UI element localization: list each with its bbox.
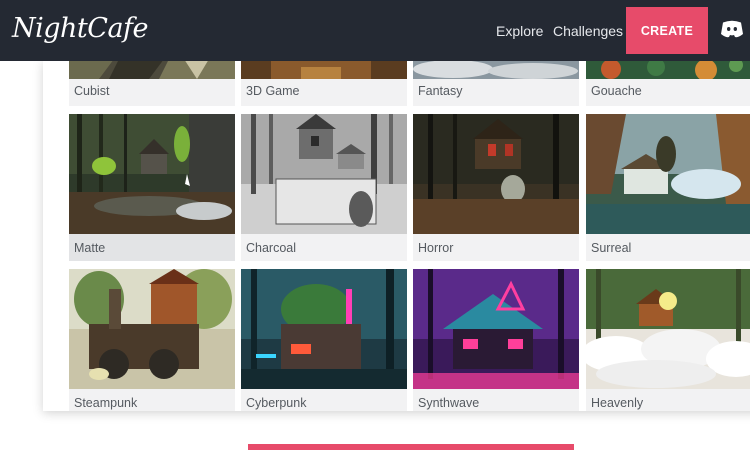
style-thumbnail [413, 269, 579, 389]
style-label: Gouache [591, 84, 642, 98]
page: NightCafe Explore Challenges CREATE Cubi… [0, 0, 750, 450]
style-label: Synthwave [418, 396, 480, 410]
nightcafe-logo[interactable]: NightCafe [12, 13, 149, 44]
style-thumbnail [69, 269, 235, 389]
style-label: Cubist [74, 84, 110, 98]
style-tile-synthwave[interactable]: Synthwave [413, 269, 579, 411]
create-button[interactable]: CREATE [626, 7, 708, 54]
style-thumbnail [586, 114, 750, 234]
nav-explore-link[interactable]: Explore [496, 23, 543, 39]
style-tile-gouache[interactable]: Gouache [586, 61, 750, 106]
style-thumbnail [241, 269, 407, 389]
style-tile-cubist[interactable]: Cubist [69, 61, 235, 106]
style-tile-heavenly[interactable]: Heavenly [586, 269, 750, 411]
style-thumbnail [586, 61, 750, 79]
style-thumbnail [241, 61, 407, 79]
style-label: Matte [74, 241, 106, 255]
style-label: Charcoal [246, 241, 297, 255]
style-tile-horror[interactable]: Horror [413, 114, 579, 261]
style-label: Cyberpunk [246, 396, 307, 410]
style-tile-matte[interactable]: Matte [69, 114, 235, 261]
nav-challenges-link[interactable]: Challenges [553, 23, 623, 39]
style-label: Heavenly [591, 396, 644, 410]
top-navbar: NightCafe Explore Challenges CREATE [0, 0, 750, 61]
style-tile-steampunk[interactable]: Steampunk [69, 269, 235, 411]
style-tile-cyberpunk[interactable]: Cyberpunk [241, 269, 407, 411]
style-label: Surreal [591, 241, 632, 255]
style-tile-3d-game[interactable]: 3D Game [241, 61, 407, 106]
style-thumbnail [241, 114, 407, 234]
style-thumbnail [69, 114, 235, 234]
style-thumbnail [413, 114, 579, 234]
discord-icon[interactable] [720, 17, 744, 41]
bottom-accent-bar[interactable] [248, 444, 574, 450]
style-thumbnail [586, 269, 750, 389]
style-tile-fantasy[interactable]: Fantasy [413, 61, 579, 106]
style-label: Fantasy [418, 84, 463, 98]
style-thumbnail [69, 61, 235, 79]
art-style-panel: Cubist 3D Game Fantasy Gouache Matte Cha… [43, 61, 750, 411]
style-thumbnail [413, 61, 579, 79]
style-label: 3D Game [246, 84, 300, 98]
style-tile-surreal[interactable]: Surreal [586, 114, 750, 261]
style-label: Horror [418, 241, 454, 255]
style-label: Steampunk [74, 396, 138, 410]
style-tile-charcoal[interactable]: Charcoal [241, 114, 407, 261]
